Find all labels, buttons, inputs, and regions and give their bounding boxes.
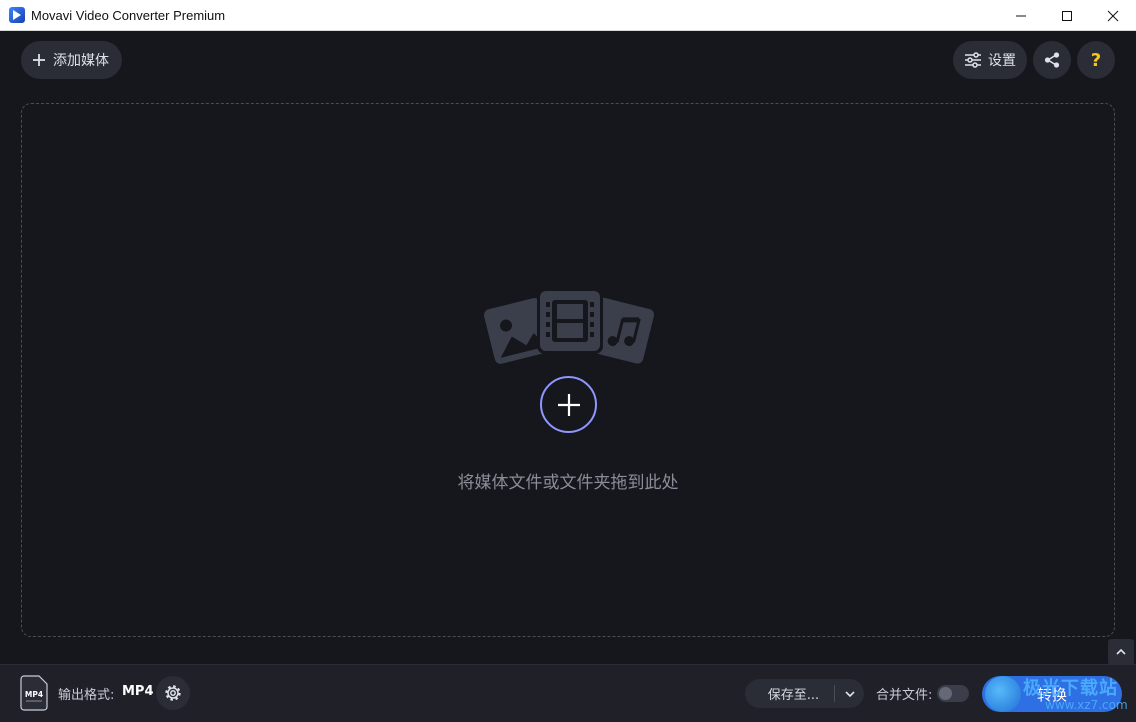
save-to-control: 保存至... — [745, 679, 864, 708]
window-title: Movavi Video Converter Premium — [31, 7, 226, 23]
convert-button[interactable]: 转换 — [982, 676, 1122, 712]
maximize-button[interactable] — [1044, 0, 1090, 31]
save-to-dropdown[interactable] — [835, 688, 864, 700]
chevron-down-icon — [844, 690, 855, 697]
add-media-label: 添加媒体 — [53, 53, 109, 69]
drop-add-button[interactable] — [540, 376, 597, 433]
settings-button[interactable]: 设置 — [953, 41, 1027, 79]
minimize-icon — [1016, 15, 1026, 16]
drop-zone[interactable]: 将媒体文件或文件夹拖到此处 — [21, 103, 1115, 637]
media-files-icon — [483, 288, 655, 364]
gear-icon — [165, 685, 181, 701]
output-format-value[interactable]: MP4 — [122, 684, 154, 699]
merge-files-toggle[interactable] — [937, 685, 969, 702]
settings-label: 设置 — [988, 53, 1016, 69]
save-to-button[interactable]: 保存至... — [745, 684, 834, 703]
add-media-button[interactable]: 添加媒体 — [21, 41, 122, 79]
window-controls — [998, 0, 1136, 31]
plus-icon — [33, 54, 45, 66]
output-format-label: 输出格式: — [58, 688, 115, 703]
chevron-up-icon — [1116, 648, 1126, 655]
drop-hint: 将媒体文件或文件夹拖到此处 — [457, 473, 679, 493]
share-icon — [1044, 52, 1060, 68]
format-settings-button[interactable] — [156, 676, 190, 710]
convert-label: 转换 — [1036, 685, 1067, 704]
scroll-up-button[interactable] — [1108, 639, 1134, 665]
mp4-file-icon[interactable]: MP4 — [20, 675, 48, 711]
share-button[interactable] — [1033, 41, 1071, 79]
merge-files-label: 合并文件: — [876, 688, 933, 703]
format-icon-text: MP4 — [25, 690, 43, 699]
plus-icon — [557, 393, 580, 416]
maximize-icon — [1062, 10, 1072, 21]
main-area: 添加媒体 设置 ? 将媒体文件或文件夹拖到此处 MP4 输出格式: MP4 保存… — [0, 31, 1136, 722]
bottom-bar: MP4 输出格式: MP4 保存至... 合并文件: 转换 极光下载站 www.… — [0, 664, 1136, 722]
help-button[interactable]: ? — [1077, 41, 1115, 79]
title-bar: Movavi Video Converter Premium — [0, 0, 1136, 31]
close-button[interactable] — [1090, 0, 1136, 31]
help-icon: ? — [1090, 49, 1102, 71]
close-icon — [1107, 10, 1119, 21]
sliders-icon — [965, 52, 981, 68]
app-logo-icon — [9, 7, 25, 23]
minimize-button[interactable] — [998, 0, 1044, 31]
